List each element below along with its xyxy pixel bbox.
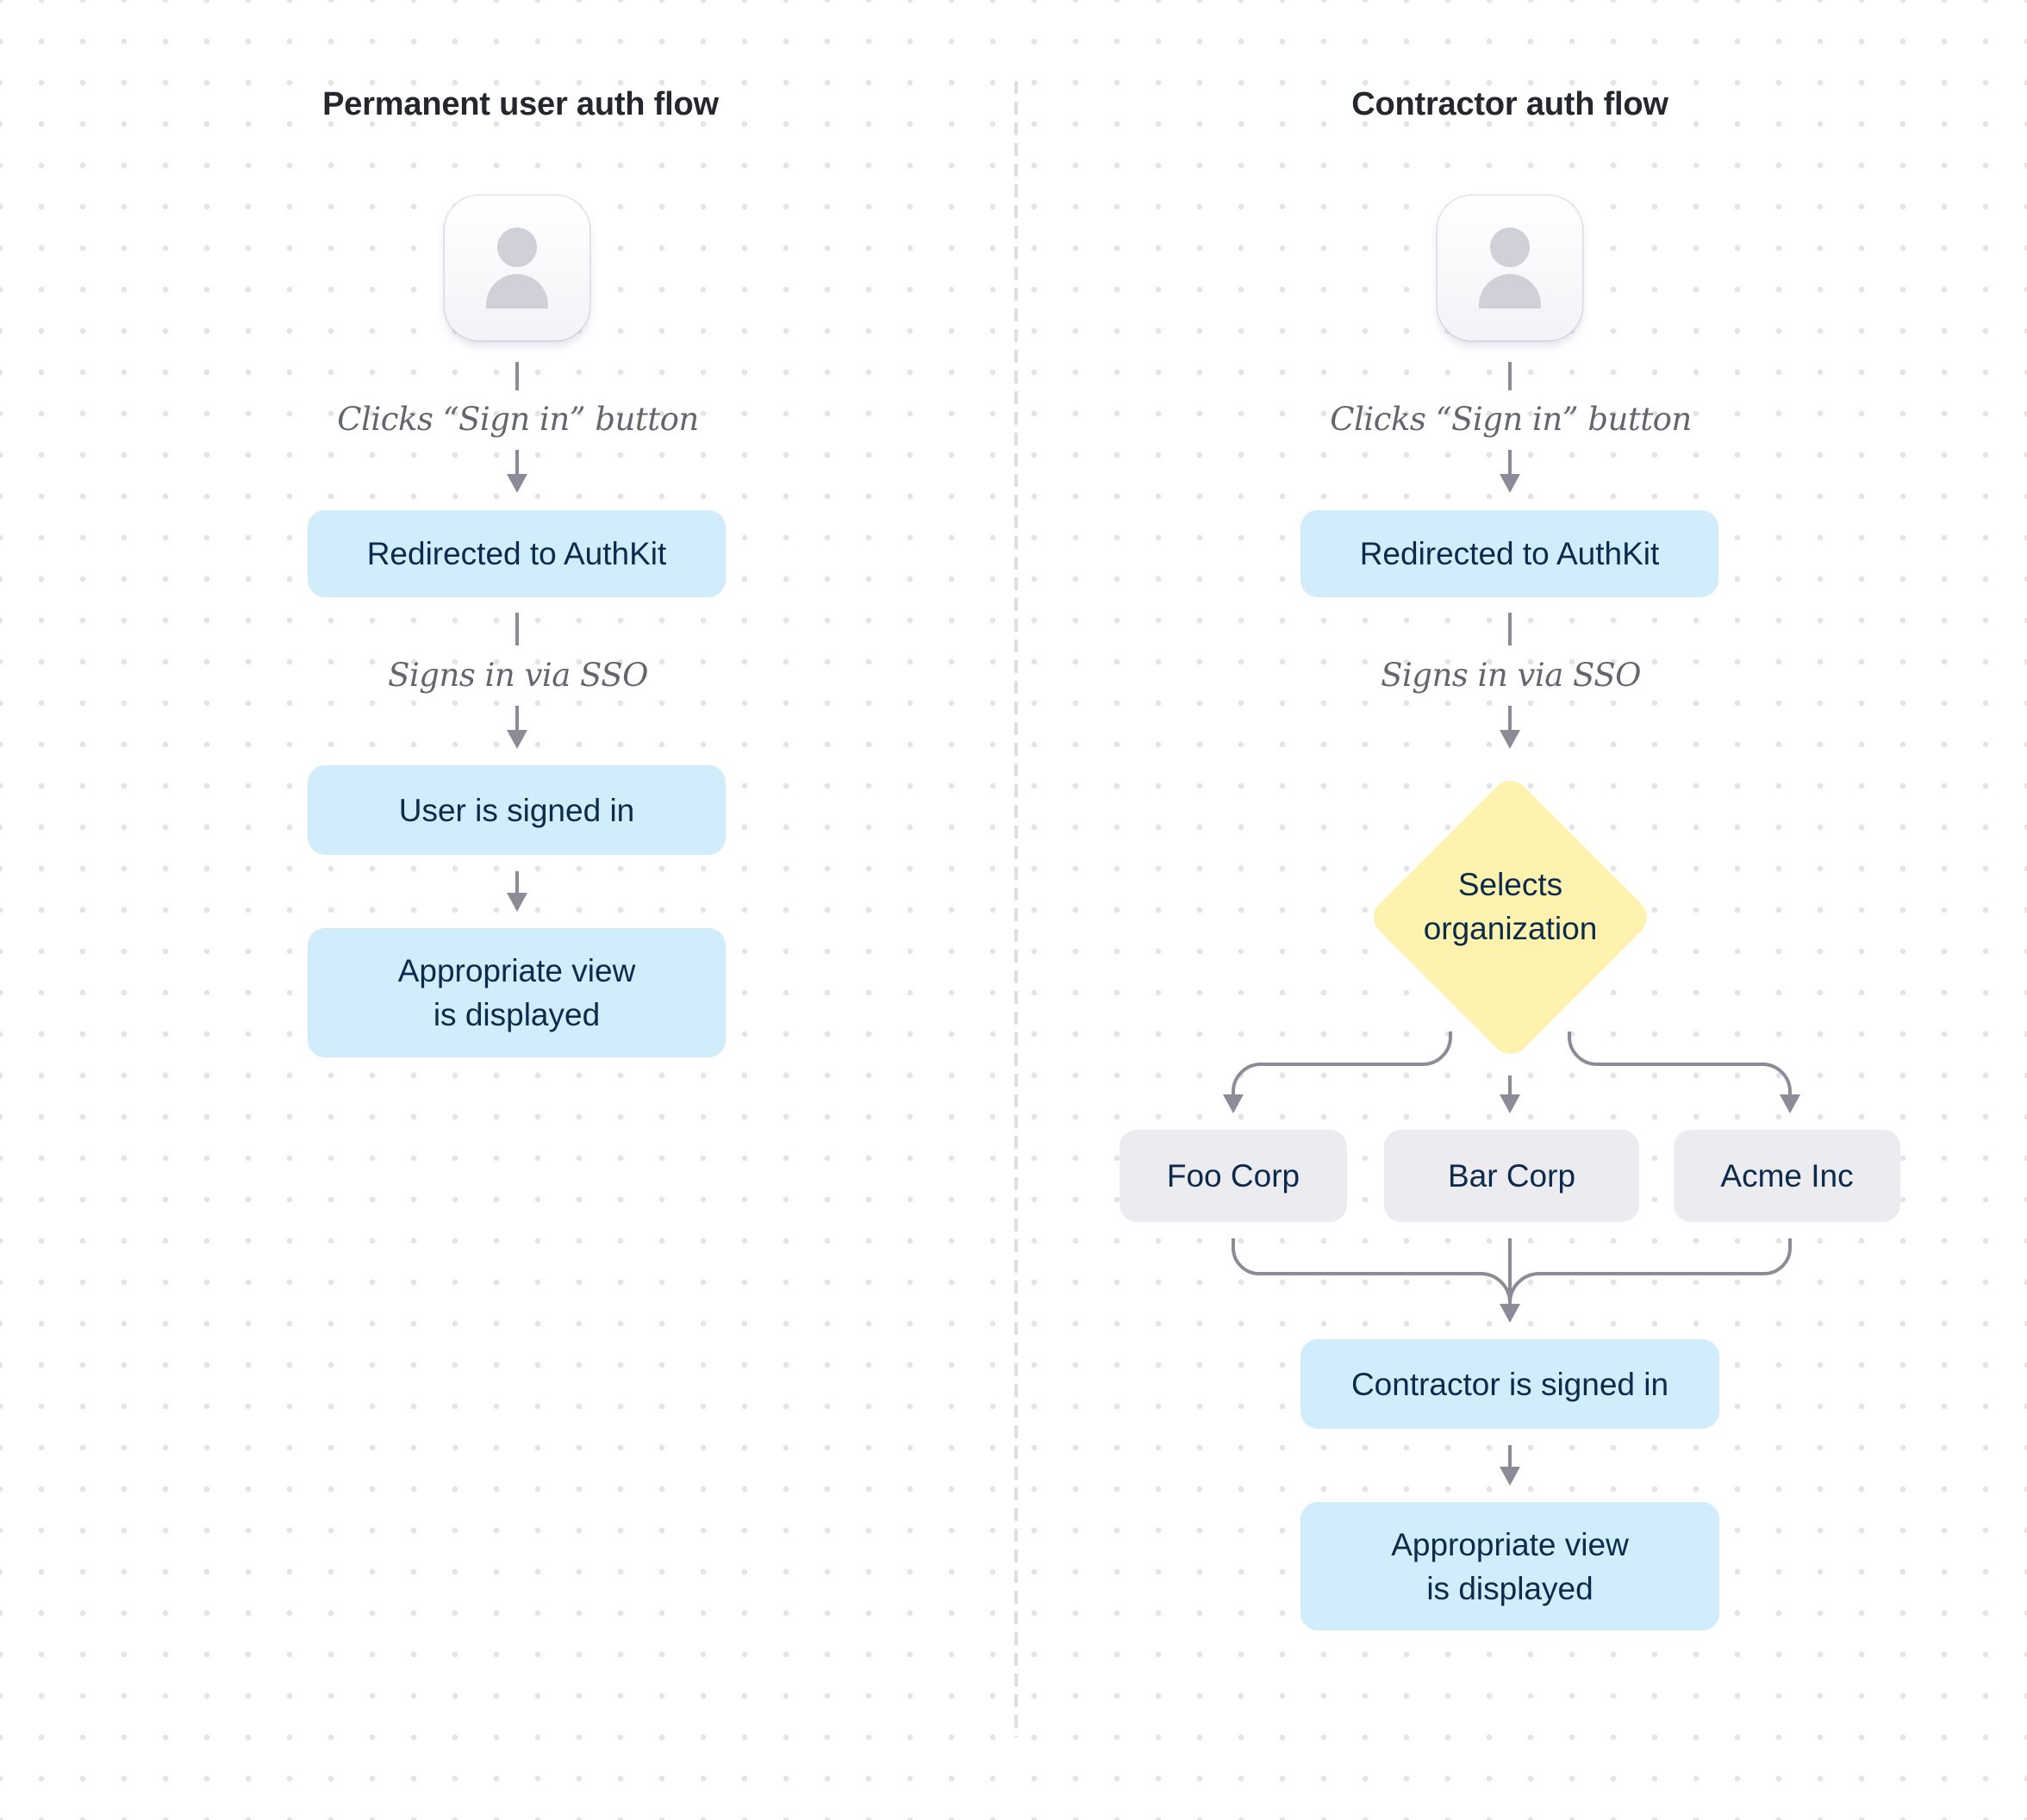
arrowhead-right-to-authkit [1500, 474, 1520, 493]
decision-label-text: Selects organization [1423, 867, 1598, 946]
option-acme-inc: Acme Inc [1674, 1130, 1900, 1222]
option-label: Foo Corp [1166, 1158, 1300, 1194]
arrowhead-left-to-view [507, 893, 527, 912]
arrowhead-merge [1500, 1304, 1520, 1323]
node-contractor-signed-in: Contractor is signed in [1300, 1339, 1719, 1429]
avatar-head-shape [1490, 228, 1530, 267]
node-label: Appropriate view is displayed [397, 953, 636, 1032]
node-label: User is signed in [398, 792, 635, 828]
avatar-head-shape [497, 228, 537, 267]
annotation-clicks-sign-in: Clicks “Sign in” button [1330, 401, 1692, 438]
column-divider [1014, 81, 1018, 1737]
decision-selects-organization: Selects organization [1365, 772, 1656, 1063]
arrowhead-branch-acme [1780, 1094, 1800, 1113]
avatar-body-shape [1479, 274, 1541, 309]
arrowhead-branch-bar [1500, 1094, 1520, 1113]
connectors [507, 362, 1800, 1486]
user-avatar-icon [445, 196, 589, 340]
arrowhead-branch-foo [1223, 1094, 1244, 1113]
annotation-clicks-sign-in: Clicks “Sign in” button [337, 401, 699, 438]
option-label: Acme Inc [1720, 1158, 1854, 1194]
arrowhead-right-to-view [1500, 1467, 1520, 1486]
node-appropriate-view: Appropriate view is displayed [1300, 1502, 1719, 1630]
option-label: Bar Corp [1447, 1158, 1576, 1194]
connector-merge-acme [1508, 1238, 1792, 1304]
right-flow-title: Contractor auth flow [1351, 86, 1668, 122]
user-avatar-icon [1438, 196, 1582, 340]
annotation-signs-in-via-sso: Signs in via SSO [1381, 657, 1641, 694]
node-redirected-to-authkit: Redirected to AuthKit [308, 510, 726, 597]
annotation-signs-in-via-sso: Signs in via SSO [388, 657, 648, 694]
node-label: Redirected to AuthKit [1359, 536, 1660, 571]
option-foo-corp: Foo Corp [1120, 1130, 1347, 1222]
arrowhead-right-to-decision [1500, 730, 1520, 749]
node-label: Contractor is signed in [1350, 1366, 1669, 1402]
node-redirected-to-authkit: Redirected to AuthKit [1300, 510, 1718, 597]
option-bar-corp: Bar Corp [1384, 1130, 1639, 1222]
decision-label: Selects organization [1366, 773, 1655, 1040]
node-label: Redirected to AuthKit [366, 536, 667, 571]
node-appropriate-view: Appropriate view is displayed [308, 928, 726, 1057]
avatar-body-shape [486, 274, 548, 309]
arrowhead-left-to-authkit [507, 474, 527, 493]
connector-merge-foo [1232, 1238, 1512, 1304]
arrowhead-left-to-signed-in [507, 730, 527, 749]
left-flow-title: Permanent user auth flow [322, 86, 719, 122]
node-label: Appropriate view is displayed [1391, 1526, 1629, 1606]
node-user-signed-in: User is signed in [308, 765, 726, 855]
